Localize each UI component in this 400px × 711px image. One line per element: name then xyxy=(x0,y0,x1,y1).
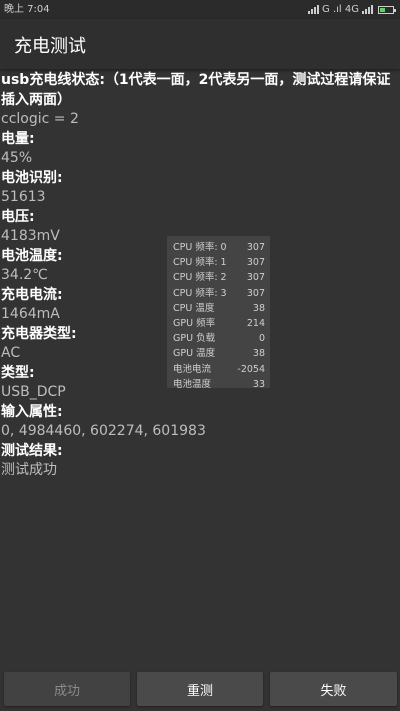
overlay-row-name: GPU 负载 xyxy=(173,333,216,345)
field-value: 测试成功 xyxy=(1,462,57,478)
overlay-row-value: 307 xyxy=(246,287,265,299)
overlay-row-value: -2054 xyxy=(237,363,265,375)
overlay-row-value: 33 xyxy=(252,378,265,390)
page-title: 充电测试 xyxy=(14,36,86,57)
screen: 晚上 7:04 G .ıl 4G 充电测试 usb充电线状态:（1代表一面，2代… xyxy=(0,0,400,711)
field-value: 45% xyxy=(1,150,33,166)
retest-button[interactable]: 重测 xyxy=(137,672,263,706)
app-bar: 充电测试 xyxy=(0,19,400,69)
overlay-row-value: 38 xyxy=(252,302,265,314)
overlay-row-name: CPU 频率: 0 xyxy=(173,242,227,253)
field-battery-id: 电池识别: 51613 xyxy=(0,169,400,208)
overlay-row-name: CPU 频率: 3 xyxy=(173,287,227,299)
overlay-row-value: 214 xyxy=(246,318,265,330)
overlay-row: CPU 频率: 3 307 xyxy=(173,286,265,301)
field-test-result: 测试结果: 测试成功 xyxy=(0,442,400,481)
field-value: 0, 4984460, 602274, 601983 xyxy=(1,423,206,439)
overlay-row: CPU 频率: 1 307 xyxy=(173,255,265,270)
status-time: 晚上 7:04 xyxy=(4,4,50,15)
field-input-props: 输入属性: 0, 4984460, 602274, 601983 xyxy=(0,403,400,442)
field-usb-status: usb充电线状态:（1代表一面，2代表另一面，测试过程请保证插入两面） cclo… xyxy=(0,70,400,130)
field-label: usb充电线状态:（1代表一面，2代表另一面，测试过程请保证插入两面） xyxy=(1,72,391,108)
battery-icon xyxy=(378,5,396,14)
field-label: 电压: xyxy=(1,208,35,225)
overlay-row-name: GPU 频率 xyxy=(173,318,216,330)
fail-button[interactable]: 失败 xyxy=(270,672,397,706)
button-bar: 成功 重测 失败 xyxy=(0,672,400,708)
overlay-row-name: 电池电流 xyxy=(173,363,212,375)
field-battery-level: 电量: 45% xyxy=(0,130,400,169)
overlay-row-name: CPU 频率: 2 xyxy=(173,272,227,284)
overlay-row-name: CPU 频率: 1 xyxy=(173,257,227,269)
field-label: 输入属性: xyxy=(1,403,63,420)
overlay-row-name: GPU 温度 xyxy=(173,348,216,360)
overlay-row-value: 307 xyxy=(246,272,265,284)
status-bar: 晚上 7:04 G .ıl 4G xyxy=(0,0,400,19)
status-icons: G .ıl 4G xyxy=(308,0,396,19)
field-label: 电量: xyxy=(1,130,35,147)
overlay-row: CPU 频率: 2 307 xyxy=(173,270,265,285)
overlay-row-name: 电池温度 xyxy=(173,378,212,390)
overlay-row-value: 307 xyxy=(246,257,265,269)
overlay-row: CPU 温度 38 xyxy=(173,301,265,316)
field-value: cclogic = 2 xyxy=(1,111,79,127)
signal-icon xyxy=(362,5,373,14)
overlay-row: GPU 负载 0 xyxy=(173,331,265,346)
field-value: 51613 xyxy=(1,189,46,205)
overlay-row: GPU 温度 38 xyxy=(173,346,265,361)
overlay-row-name: CPU 温度 xyxy=(173,302,215,314)
field-label: 测试结果: xyxy=(1,442,63,459)
perf-overlay[interactable]: CPU 频率: 0 307 CPU 频率: 1 307 CPU 频率: 2 307 C… xyxy=(167,236,270,390)
success-button[interactable]: 成功 xyxy=(4,672,130,706)
overlay-row: CPU 频率: 0 307 xyxy=(173,240,265,255)
network-label: G .ıl 4G xyxy=(322,4,359,15)
overlay-row-value: 0 xyxy=(258,333,265,345)
overlay-row: 电池电流 -2054 xyxy=(173,362,265,377)
signal-icon xyxy=(308,5,320,14)
overlay-row-value: 307 xyxy=(246,242,265,253)
overlay-row: 电池温度 33 xyxy=(173,377,265,392)
overlay-row: GPU 频率 214 xyxy=(173,316,265,331)
battery-fill xyxy=(380,7,385,12)
field-label: 电池识别: xyxy=(1,169,63,186)
overlay-row-value: 38 xyxy=(252,348,265,360)
